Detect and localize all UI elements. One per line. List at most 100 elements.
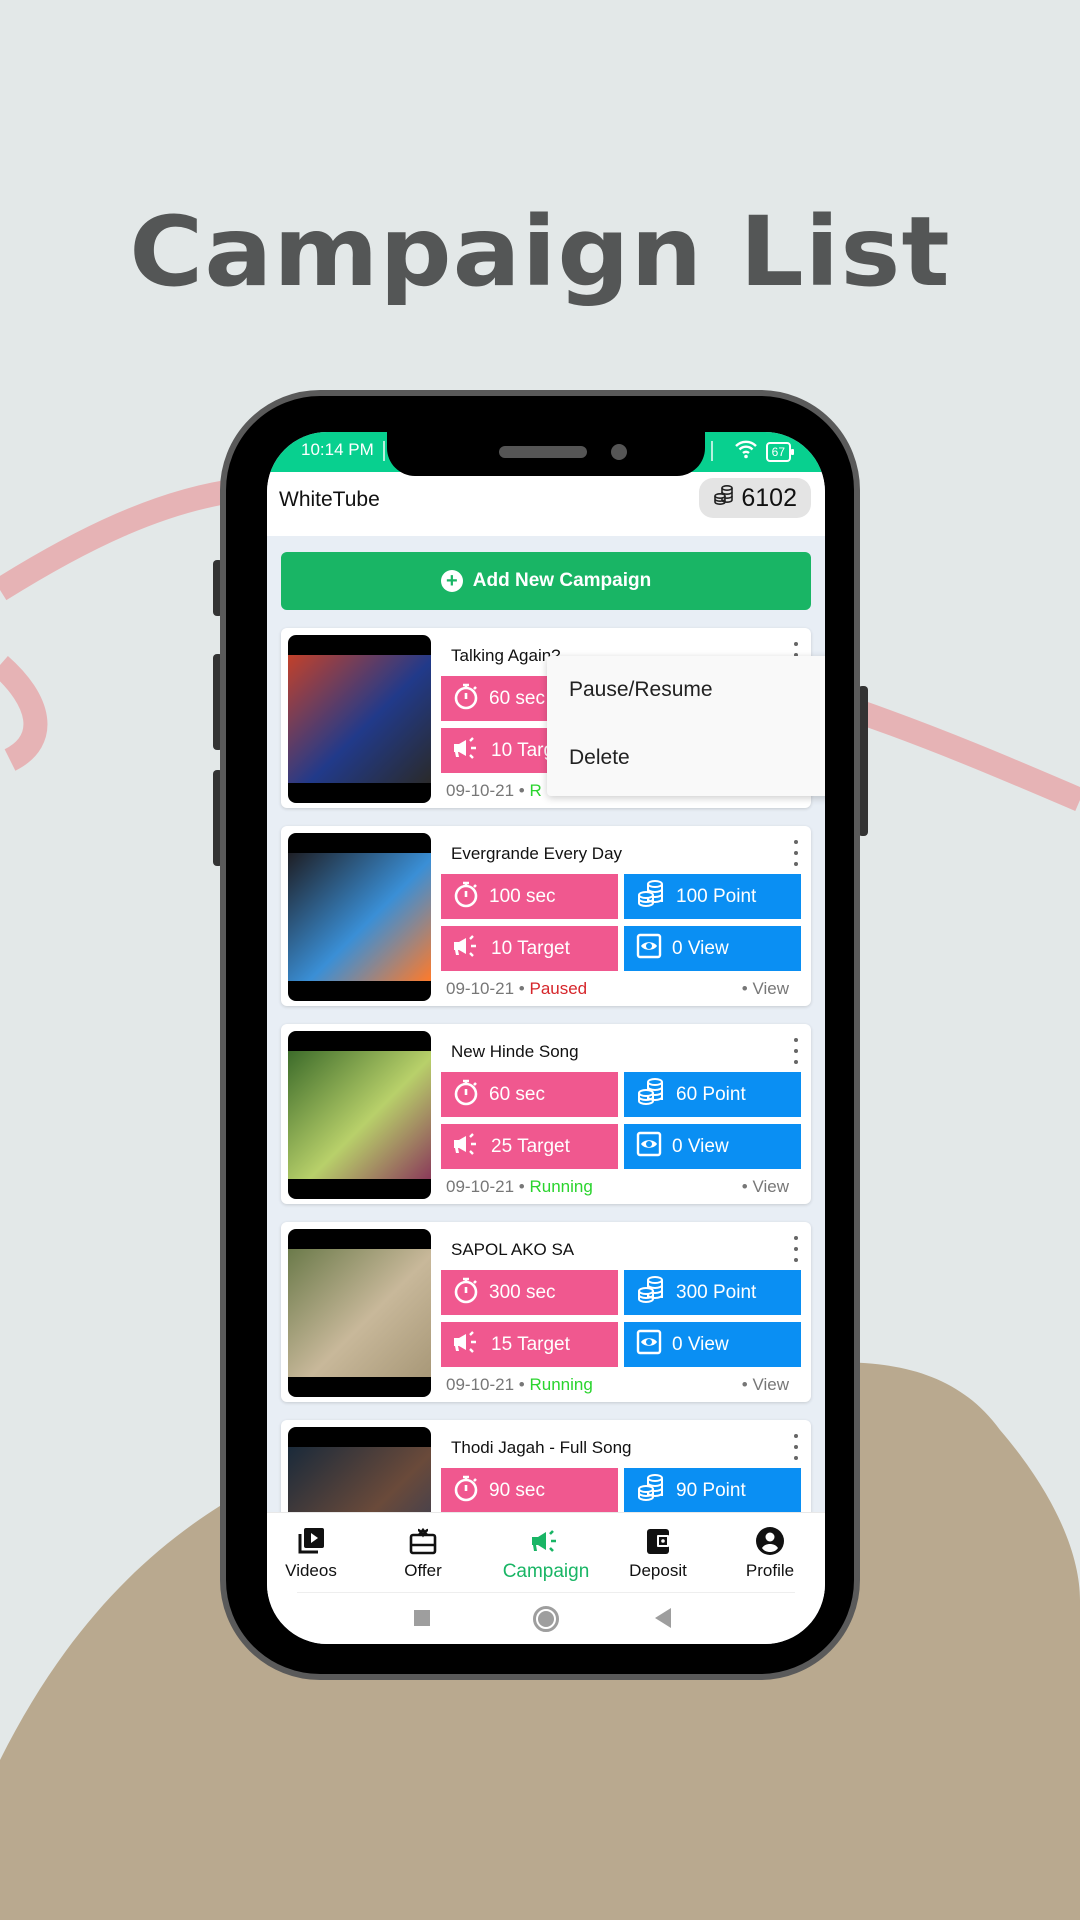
thumbnail-image <box>288 1249 431 1377</box>
pink-swoosh-right <box>856 700 1080 812</box>
target-tile: 15 Target <box>441 1322 618 1367</box>
eye-icon <box>636 1329 662 1361</box>
eye-icon <box>636 1131 662 1163</box>
coins-icon <box>636 1077 666 1113</box>
more-options-icon[interactable] <box>791 1038 801 1064</box>
megaphone-icon <box>496 1525 596 1557</box>
video-library-icon <box>267 1525 361 1557</box>
campaign-date: 09-10-21 <box>446 1375 515 1394</box>
nav-item-offer[interactable]: Offer <box>373 1525 473 1581</box>
view-link[interactable]: • View <box>742 979 789 999</box>
gift-card-icon <box>373 1525 473 1557</box>
stopwatch-icon <box>453 1474 479 1508</box>
nav-label-offer: Offer <box>404 1561 442 1580</box>
coins-icon <box>713 484 735 513</box>
duration-value: 60 sec <box>489 1083 545 1105</box>
thumbnail-image <box>288 1051 431 1179</box>
nav-item-profile[interactable]: Profile <box>720 1525 820 1581</box>
nav-item-campaign[interactable]: Campaign <box>496 1525 596 1583</box>
page-title: Campaign List <box>129 196 951 308</box>
views-tile: 0 View <box>624 1124 801 1169</box>
nav-label-deposit: Deposit <box>629 1561 687 1580</box>
wallet-icon <box>608 1525 708 1557</box>
views-value: 0 View <box>672 1333 729 1355</box>
campaign-card[interactable]: New Hinde Song 60 sec 60 Point 25 Target… <box>281 1024 811 1204</box>
add-new-campaign-label: Add New Campaign <box>472 570 652 591</box>
stopwatch-icon <box>453 682 479 716</box>
coins-icon <box>636 879 666 915</box>
points-value: 60 Point <box>676 1083 746 1105</box>
target-value: 10 Target <box>491 937 570 959</box>
target-value: 15 Target <box>491 1333 570 1355</box>
divider <box>297 1592 795 1593</box>
battery-icon: 67 <box>765 441 795 462</box>
video-thumbnail[interactable] <box>288 1031 431 1199</box>
video-thumbnail[interactable] <box>288 1229 431 1397</box>
meta-separator: • <box>518 979 530 998</box>
duration-value: 90 sec <box>489 1479 545 1501</box>
views-tile: 0 View <box>624 926 801 971</box>
points-tile: 300 Point <box>624 1270 801 1315</box>
phone-frame: 10:14 PM 67 WhiteTube 6102 + Add New Cam… <box>220 390 860 1680</box>
points-tile: 60 Point <box>624 1072 801 1117</box>
view-link[interactable]: • View <box>742 1375 789 1395</box>
bottom-navigation: Videos Offer Campaign Deposit Profile <box>267 1512 825 1593</box>
campaign-meta: 09-10-21 • R <box>446 781 542 801</box>
nav-label-videos: Videos <box>285 1561 337 1580</box>
nav-label-campaign: Campaign <box>502 1561 590 1582</box>
views-value: 0 View <box>672 937 729 959</box>
campaign-title: Thodi Jagah - Full Song <box>451 1438 632 1457</box>
nav-item-deposit[interactable]: Deposit <box>608 1525 708 1581</box>
megaphone-icon <box>453 933 481 965</box>
duration-tile: 60 sec <box>441 1072 618 1117</box>
video-thumbnail[interactable] <box>288 635 431 803</box>
thumbnail-image <box>288 853 431 981</box>
duration-value: 100 sec <box>489 885 556 907</box>
more-options-icon[interactable] <box>791 1434 801 1460</box>
menu-item-pause-resume[interactable]: Pause/Resume <box>569 678 713 702</box>
meta-separator: • <box>518 1177 530 1196</box>
wifi-icon <box>734 439 758 464</box>
megaphone-icon <box>453 1131 481 1163</box>
stopwatch-icon <box>453 1078 479 1112</box>
back-triangle-icon[interactable] <box>655 1608 671 1628</box>
status-divider <box>711 441 713 461</box>
more-options-icon[interactable] <box>791 840 801 866</box>
phone-screen: 10:14 PM 67 WhiteTube 6102 + Add New Cam… <box>267 432 825 1644</box>
duration-tile: 300 sec <box>441 1270 618 1315</box>
campaign-card[interactable]: Evergrande Every Day 100 sec 100 Point 1… <box>281 826 811 1006</box>
view-link[interactable]: • View <box>742 1177 789 1197</box>
campaign-title: Evergrande Every Day <box>451 844 623 863</box>
points-value: 100 Point <box>676 885 757 907</box>
stopwatch-icon <box>453 1276 479 1310</box>
campaign-date: 09-10-21 <box>446 979 515 998</box>
campaign-meta: 09-10-21 • Running <box>446 1177 593 1197</box>
coins-icon <box>636 1275 666 1311</box>
pink-swoosh <box>0 478 242 601</box>
status-icons: 67 <box>734 439 795 464</box>
target-value: 25 Target <box>491 1135 570 1157</box>
more-options-icon[interactable] <box>791 1236 801 1262</box>
megaphone-icon <box>453 735 481 767</box>
status-divider <box>383 441 385 461</box>
duration-value: 60 sec <box>489 687 545 709</box>
campaign-card[interactable]: SAPOL AKO SA 300 sec 300 Point 15 Target… <box>281 1222 811 1402</box>
eye-icon <box>636 933 662 965</box>
points-tile: 90 Point <box>624 1468 801 1513</box>
duration-tile: 100 sec <box>441 874 618 919</box>
megaphone-icon <box>453 1329 481 1361</box>
balance-value: 6102 <box>741 483 797 512</box>
points-value: 90 Point <box>676 1479 746 1501</box>
home-circle-icon[interactable] <box>533 1606 559 1632</box>
campaign-meta: 09-10-21 • Paused <box>446 979 587 999</box>
video-thumbnail[interactable] <box>288 833 431 1001</box>
recents-square-icon[interactable] <box>414 1610 430 1626</box>
app-title: WhiteTube <box>279 488 380 511</box>
menu-item-delete[interactable]: Delete <box>569 746 630 770</box>
balance-badge[interactable]: 6102 <box>699 478 811 518</box>
speaker-grille <box>499 446 587 458</box>
nav-item-videos[interactable]: Videos <box>267 1525 361 1581</box>
duration-tile: 90 sec <box>441 1468 618 1513</box>
add-new-campaign-button[interactable]: + Add New Campaign <box>281 552 811 610</box>
points-tile: 100 Point <box>624 874 801 919</box>
